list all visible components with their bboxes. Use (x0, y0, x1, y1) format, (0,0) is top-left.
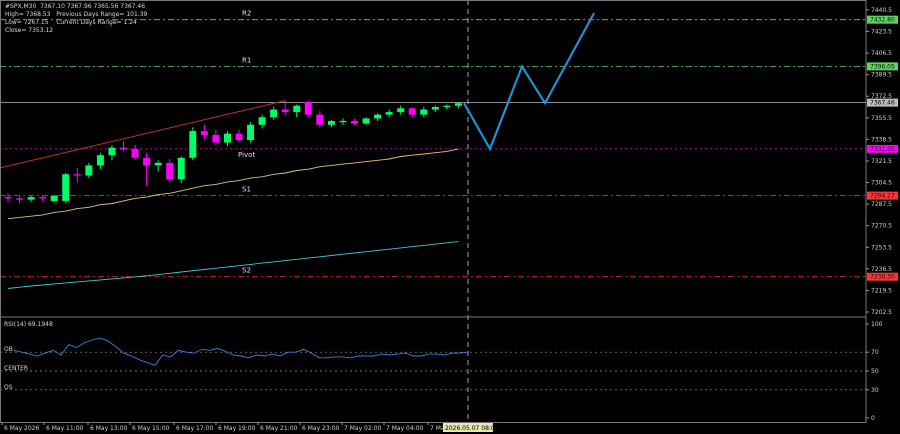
candle-body (16, 198, 24, 200)
candle-body (362, 118, 370, 124)
time-label: 6 May 23:00 (302, 425, 340, 432)
candle-body (143, 157, 151, 166)
candle-body (154, 162, 162, 166)
candle-body (131, 148, 139, 158)
candle-body (270, 109, 278, 118)
price-tick-label: 7304.5 (871, 180, 892, 187)
candle-body (408, 108, 416, 115)
rsi-title: RSI(14) 69.1948 (4, 321, 53, 328)
rsi-line (13, 337, 469, 366)
rsi-panel[interactable]: RSI(14) 69.1948 OB CENTER OS (0, 321, 866, 391)
price-tick-label: 7270.5 (871, 223, 892, 230)
axes: 7440.57423.57406.57389.57372.57355.57338… (0, 0, 898, 432)
candle-body (281, 109, 289, 113)
price-tick-label: 7389.5 (871, 72, 892, 79)
time-label: 6 May 13:00 (90, 425, 128, 432)
rsi-level-label: OB (4, 346, 13, 353)
candle-body (73, 174, 81, 176)
price-tick-label: 7202.5 (871, 309, 892, 316)
price-tick-label: 7355.5 (871, 115, 892, 122)
level-price-label: 7230.30 (870, 274, 895, 281)
high-info: High= 7368.53 Previous Days Range= 101.3… (5, 11, 148, 18)
rsi-tick-label: 50 (871, 368, 879, 375)
time-label: 6 May 11:00 (46, 425, 84, 432)
close-info: Close= 7353.12 (5, 27, 54, 34)
candle-body (339, 120, 347, 123)
current-time-label: 2026.05.07 08:00 (445, 425, 499, 432)
time-label: 6 May 17:00 (176, 425, 214, 432)
candle-body (293, 105, 301, 113)
rsi-tick-label: 100 (871, 321, 883, 328)
candle-body (316, 114, 324, 125)
candle-body (85, 165, 93, 176)
moving-average-line (7, 148, 459, 220)
candle-body (166, 162, 174, 180)
candle-body (62, 174, 70, 201)
candle-body (247, 124, 255, 141)
candle-body (200, 131, 208, 135)
level-price-label: 7294.27 (870, 193, 895, 200)
moving-average-line (7, 241, 459, 289)
candle-body (304, 101, 312, 115)
trading-chart[interactable]: R2R1PivotS1S2 RSI(14) 69.1948OBCENTEROS … (0, 0, 900, 434)
level-label: R1 (242, 56, 251, 64)
price-tick-label: 7406.5 (871, 50, 892, 57)
low-info: Low= 7267.15 Current Days Range= 1.24 (5, 19, 137, 26)
level-label: R2 (242, 10, 251, 18)
chart-frame (0, 0, 867, 423)
level-price-label: 7367.46 (870, 100, 895, 107)
level-label: S2 (242, 267, 251, 275)
time-label: 6 May 15:00 (132, 425, 170, 432)
price-tick-label: 7236.5 (871, 266, 892, 273)
level-label: Pivot (238, 151, 255, 159)
price-tick-label: 7219.5 (871, 287, 892, 294)
price-tick-label: 7338.5 (871, 136, 892, 143)
rsi-tick-label: 30 (871, 387, 879, 394)
candle-body (385, 112, 393, 115)
candle-body (351, 120, 358, 124)
candle-body (177, 157, 185, 180)
candle-body (120, 147, 127, 149)
price-tick-label: 7321.5 (871, 158, 892, 165)
candle-body (4, 197, 12, 199)
price-panel[interactable]: R2 R1 Pivot S1 S2 (0, 0, 866, 422)
time-label: 7 May 04:00 (386, 425, 424, 432)
candle-body (27, 197, 35, 200)
candle-body (96, 155, 104, 166)
candle-body (39, 197, 47, 199)
candle-body (454, 103, 462, 106)
candle-body (50, 195, 58, 201)
level-price-label: 7432.80 (870, 17, 895, 24)
projection-line (463, 12, 595, 152)
price-tick-label: 7253.5 (871, 244, 892, 251)
candle-body (397, 108, 405, 113)
symbol-info: #SPX,M30 7367.10 7367.96 7365.56 7367.46 (5, 3, 146, 10)
level-price-label: 7331.05 (870, 146, 895, 153)
rsi-level-label: OS (4, 384, 13, 391)
candle-body (431, 107, 439, 110)
price-tick-label: 7287.5 (871, 201, 892, 208)
candle-body (420, 109, 428, 115)
time-label: 7 May 02:00 (344, 425, 382, 432)
candle-body (212, 134, 220, 143)
candle-body (189, 131, 197, 158)
rsi-level-label: CENTER (4, 365, 28, 372)
level-price-label: 7396.05 (870, 63, 895, 70)
candle-body (223, 133, 231, 143)
candle-body (108, 147, 116, 156)
price-tick-label: 7423.5 (871, 28, 892, 35)
candle-body (235, 133, 243, 141)
candle-body (327, 120, 335, 125)
candle-body (374, 114, 382, 119)
candle-body (443, 105, 451, 108)
rsi-tick-label: 70 (871, 349, 879, 356)
time-label: 6 May 19:00 (218, 425, 256, 432)
price-tick-label: 7440.5 (871, 7, 892, 14)
time-label: 6 May 2026 (4, 425, 39, 432)
time-label: 6 May 21:00 (260, 425, 298, 432)
rsi-tick-label: 0 (871, 415, 875, 422)
candle-body (258, 117, 266, 125)
level-label: S1 (242, 186, 251, 194)
